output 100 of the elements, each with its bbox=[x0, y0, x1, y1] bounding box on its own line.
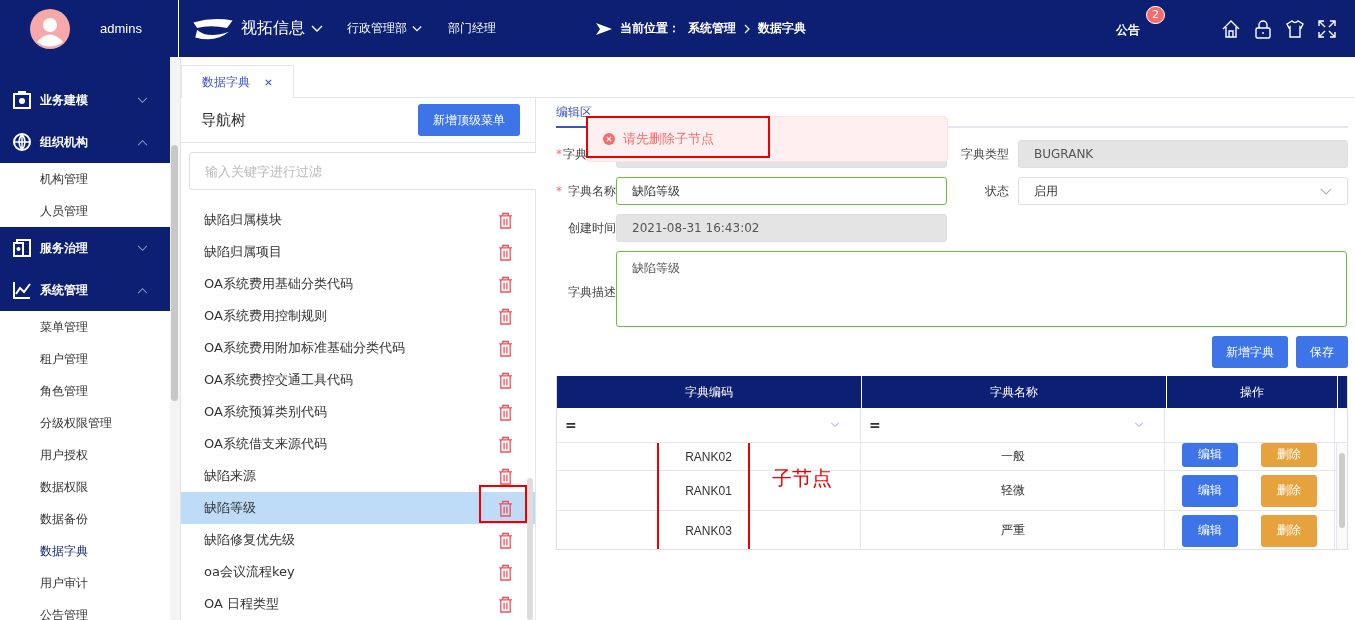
sidebar-item[interactable]: 数据备份 bbox=[0, 503, 170, 535]
chevron-down-icon bbox=[412, 24, 422, 33]
scrollbar-thumb[interactable] bbox=[1339, 453, 1345, 528]
breadcrumb-item[interactable]: 数据字典 bbox=[758, 20, 806, 37]
sidebar-group[interactable]: 业务建模 bbox=[0, 79, 170, 121]
field-label: 字典 bbox=[563, 145, 588, 163]
table-cell: RANK01 bbox=[685, 483, 732, 498]
trash-icon[interactable] bbox=[498, 435, 513, 453]
field-label: 字典名称 bbox=[567, 182, 616, 200]
tree-item[interactable]: 缺陷来源 bbox=[181, 460, 535, 492]
filter-select[interactable]: = bbox=[557, 408, 861, 442]
trash-icon[interactable] bbox=[498, 307, 513, 325]
sidebar-group[interactable]: 组织机构 bbox=[0, 121, 170, 163]
trash-icon[interactable] bbox=[498, 243, 513, 261]
edit-button[interactable]: 编辑 bbox=[1182, 443, 1238, 467]
table-cell: RANK02 bbox=[685, 449, 732, 464]
sidebar-item[interactable]: 租户管理 bbox=[0, 343, 170, 375]
edit-button[interactable]: 编辑 bbox=[1182, 514, 1238, 547]
lock-icon[interactable] bbox=[1253, 18, 1273, 39]
scrollbar-thumb[interactable] bbox=[171, 145, 178, 401]
trash-icon[interactable] bbox=[498, 339, 513, 357]
chevron-down-icon bbox=[1134, 422, 1144, 428]
edit-button[interactable]: 编辑 bbox=[1182, 474, 1238, 507]
page-tab[interactable]: 数据字典 bbox=[181, 65, 294, 98]
sidebar-item[interactable]: 人员管理 bbox=[0, 195, 170, 227]
field-label: 状态 bbox=[984, 182, 1009, 200]
company-menu[interactable]: 视拓信息 bbox=[241, 18, 323, 39]
trash-icon[interactable] bbox=[498, 403, 513, 421]
chevron-down-icon bbox=[311, 24, 323, 33]
avatar-icon[interactable] bbox=[30, 8, 70, 49]
department-menu[interactable]: 行政管理部 bbox=[347, 20, 422, 37]
status-select[interactable]: 启用 bbox=[1018, 177, 1348, 205]
error-icon bbox=[603, 133, 615, 145]
column-header: 操作 bbox=[1167, 376, 1338, 408]
breadcrumb-label: 当前位置： bbox=[620, 20, 680, 37]
panel-title: 导航树 bbox=[201, 110, 246, 130]
sidebar-item[interactable]: 用户审计 bbox=[0, 567, 170, 599]
tree-item[interactable]: OA系统费用附加标准基础分类代码 bbox=[181, 332, 535, 364]
trash-icon[interactable] bbox=[498, 499, 513, 517]
scrollbar-thumb[interactable] bbox=[527, 478, 533, 620]
sidebar-item[interactable]: 机构管理 bbox=[0, 163, 170, 195]
sidebar-item[interactable]: 公告管理 bbox=[0, 599, 170, 620]
tree-item[interactable]: 缺陷归属模块 bbox=[181, 204, 535, 236]
chevron-down-icon bbox=[137, 244, 148, 252]
chevron-down-icon bbox=[830, 422, 840, 428]
shirt-icon[interactable] bbox=[1285, 18, 1305, 39]
user-name[interactable]: admins bbox=[100, 21, 142, 36]
field-label: 创建时间 bbox=[567, 219, 616, 237]
name-field[interactable]: 缺陷等级 bbox=[616, 177, 947, 205]
tree-item[interactable]: OA系统费用基础分类代码 bbox=[181, 268, 535, 300]
add-top-menu-button[interactable]: 新增顶级菜单 bbox=[418, 104, 520, 136]
table-cell: 轻微 bbox=[1000, 482, 1025, 499]
tree-item[interactable]: OA系统借支来源代码 bbox=[181, 428, 535, 460]
action-button[interactable]: 新增字典 bbox=[1212, 336, 1288, 368]
table-cell: 严重 bbox=[1000, 522, 1025, 539]
fullscreen-icon[interactable] bbox=[1317, 18, 1337, 39]
sidebar-group[interactable]: 系统管理 bbox=[0, 269, 170, 311]
notice-link[interactable]: 公告 bbox=[1116, 22, 1140, 39]
breadcrumb-item[interactable]: 系统管理 bbox=[688, 20, 736, 37]
tree-item[interactable]: 缺陷等级 bbox=[181, 492, 535, 524]
sidebar-item[interactable]: 数据权限 bbox=[0, 471, 170, 503]
sidebar-item[interactable]: 数据字典 bbox=[0, 535, 170, 567]
sidebar-item[interactable]: 用户授权 bbox=[0, 439, 170, 471]
field-label: 字典类型 bbox=[960, 145, 1009, 163]
trash-icon[interactable] bbox=[498, 531, 513, 549]
gear-icon bbox=[12, 90, 32, 110]
trash-icon[interactable] bbox=[498, 371, 513, 389]
chevron-down-icon bbox=[137, 96, 148, 104]
trash-icon[interactable] bbox=[498, 467, 513, 485]
trash-icon[interactable] bbox=[498, 595, 513, 613]
paper-plane-icon bbox=[596, 22, 612, 35]
field-label: 字典描述 bbox=[567, 283, 616, 301]
filter-field[interactable]: 输入关键字进行过滤 bbox=[189, 152, 536, 190]
role-label: 部门经理 bbox=[448, 20, 496, 37]
sidebar-item[interactable]: 分级权限管理 bbox=[0, 407, 170, 439]
filter-select[interactable]: = bbox=[861, 408, 1165, 442]
sidebar-item[interactable]: 菜单管理 bbox=[0, 311, 170, 343]
trash-icon[interactable] bbox=[498, 211, 513, 229]
tree-item[interactable]: OA系统费控交通工具代码 bbox=[181, 364, 535, 396]
tree-item[interactable]: OA系统预算类别代码 bbox=[181, 396, 535, 428]
required-mark: * bbox=[556, 184, 563, 198]
chevron-up-icon bbox=[137, 138, 148, 146]
trash-icon[interactable] bbox=[498, 275, 513, 293]
highlight-box bbox=[479, 485, 527, 523]
tree-item[interactable]: 缺陷修复优先级 bbox=[181, 524, 535, 556]
breadcrumb-separator-icon bbox=[744, 23, 750, 34]
tree-item[interactable]: OA系统费用控制规则 bbox=[181, 300, 535, 332]
sidebar-item[interactable]: 角色管理 bbox=[0, 375, 170, 407]
document-icon bbox=[12, 238, 32, 258]
tree-item[interactable]: 缺陷归属项目 bbox=[181, 236, 535, 268]
home-icon[interactable] bbox=[1221, 18, 1241, 39]
action-button[interactable]: 保存 bbox=[1296, 336, 1348, 368]
sidebar-group[interactable]: 服务治理 bbox=[0, 227, 170, 269]
description-field[interactable]: 缺陷等级 bbox=[616, 251, 1347, 327]
globe-icon bbox=[12, 132, 32, 152]
tree-item[interactable]: oa会议流程key bbox=[181, 556, 535, 588]
close-icon[interactable] bbox=[264, 77, 273, 87]
tree-item[interactable]: OA 日程类型 bbox=[181, 588, 535, 620]
chevron-up-icon bbox=[137, 286, 148, 294]
trash-icon[interactable] bbox=[498, 563, 513, 581]
